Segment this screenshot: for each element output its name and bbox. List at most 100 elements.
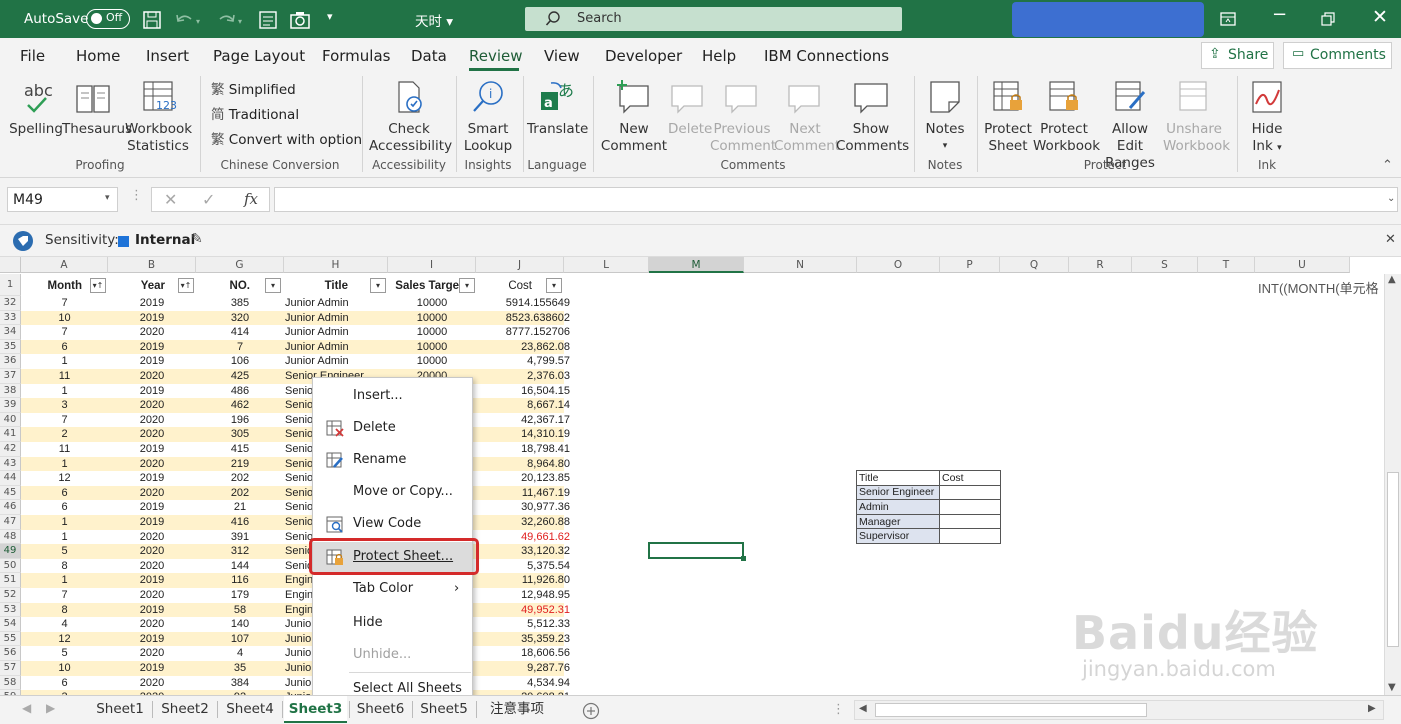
- cell-a[interactable]: 1: [21, 515, 108, 530]
- filter-cost-icon[interactable]: ▾: [546, 278, 562, 293]
- undo-icon[interactable]: ▾: [174, 11, 204, 29]
- tab-developer[interactable]: Developer: [605, 47, 682, 65]
- account-area[interactable]: [1012, 2, 1204, 37]
- cell-g[interactable]: 196: [196, 413, 284, 428]
- insert-function-icon[interactable]: fx: [244, 190, 258, 208]
- summary-cell[interactable]: [939, 513, 1001, 530]
- menu-move-copy[interactable]: Move or Copy...: [313, 477, 472, 507]
- cell-b[interactable]: 2020: [108, 413, 196, 428]
- row-header[interactable]: 40: [0, 412, 21, 428]
- cell-g[interactable]: 219: [196, 457, 284, 472]
- cell-b[interactable]: 2020: [108, 559, 196, 574]
- cell-b[interactable]: 2020: [108, 646, 196, 661]
- tab-page-layout[interactable]: Page Layout: [213, 47, 305, 65]
- customize-qat-icon[interactable]: ▾: [327, 10, 333, 23]
- cell-g[interactable]: 21: [196, 500, 284, 515]
- cell-i[interactable]: 10000: [388, 340, 476, 355]
- select-all-corner[interactable]: [0, 257, 21, 273]
- tab-help[interactable]: Help: [702, 47, 736, 65]
- menu-delete[interactable]: Delete: [313, 413, 472, 443]
- row-header[interactable]: 33: [0, 310, 21, 326]
- translate-button[interactable]: aあ Translate: [527, 76, 588, 152]
- menu-unhide[interactable]: Unhide...: [313, 640, 472, 670]
- tab-review[interactable]: Review: [469, 47, 523, 65]
- filter-year-icon[interactable]: ▾↑: [178, 278, 194, 293]
- row-header[interactable]: 42: [0, 442, 21, 457]
- cell-g[interactable]: 384: [196, 676, 284, 691]
- cell-b[interactable]: 2020: [108, 676, 196, 691]
- cell-a[interactable]: 11: [21, 369, 108, 384]
- cell-a[interactable]: 10: [21, 311, 108, 326]
- cell-b[interactable]: 2020: [108, 325, 196, 340]
- column-header[interactable]: S: [1132, 257, 1198, 273]
- cell-j[interactable]: 23,862.08: [476, 340, 570, 355]
- cell-g[interactable]: 305: [196, 427, 284, 442]
- filter-title-icon[interactable]: ▾: [370, 278, 386, 293]
- cell-b[interactable]: 2020: [108, 398, 196, 413]
- unshare-workbook-button[interactable]: Unshare Workbook: [1163, 76, 1230, 154]
- cell-a[interactable]: 12: [21, 632, 108, 647]
- cell-j[interactable]: 12,948.95: [476, 588, 570, 603]
- ribbon-display-icon[interactable]: [1220, 11, 1236, 27]
- sheet-tab[interactable]: Sheet6: [351, 696, 410, 723]
- cell-b[interactable]: 2019: [108, 340, 196, 355]
- column-header[interactable]: O: [857, 257, 940, 273]
- column-header[interactable]: I: [388, 257, 476, 273]
- restore-icon[interactable]: [1321, 12, 1335, 26]
- column-header[interactable]: L: [564, 257, 649, 273]
- column-header[interactable]: Q: [1000, 257, 1069, 273]
- cell-j[interactable]: 49,661.62: [476, 530, 570, 545]
- row-header[interactable]: 46: [0, 500, 21, 515]
- cell-g[interactable]: 202: [196, 486, 284, 501]
- cell-b[interactable]: 2019: [108, 471, 196, 486]
- cell-g[interactable]: 385: [196, 296, 284, 311]
- cell-j[interactable]: 11,467.19: [476, 486, 570, 501]
- row-header[interactable]: 37: [0, 369, 21, 384]
- menu-hide[interactable]: Hide: [313, 608, 472, 638]
- row-header[interactable]: 51: [0, 573, 21, 588]
- sheet-tab[interactable]: Sheet1: [90, 696, 150, 723]
- cell-b[interactable]: 2019: [108, 296, 196, 311]
- collapse-ribbon-icon[interactable]: ⌃: [1382, 158, 1393, 173]
- row-header[interactable]: 36: [0, 354, 21, 369]
- cell-j[interactable]: 4,534.94: [476, 676, 570, 691]
- cell-j[interactable]: 16,504.15: [476, 384, 570, 399]
- row-header[interactable]: 47: [0, 515, 21, 530]
- row-header[interactable]: 41: [0, 427, 21, 442]
- allow-edit-ranges-button[interactable]: Allow Edit Ranges: [1097, 76, 1163, 171]
- search-box[interactable]: Search: [525, 7, 902, 31]
- cell-a[interactable]: 6: [21, 500, 108, 515]
- cell-j[interactable]: 2,376.03: [476, 369, 570, 384]
- cell-a[interactable]: 7: [21, 588, 108, 603]
- cell-j[interactable]: 30,977.36: [476, 500, 570, 515]
- cell-g[interactable]: 140: [196, 617, 284, 632]
- cell-j[interactable]: 8,964.80: [476, 457, 570, 472]
- simplified-button[interactable]: 繁 Simplified: [211, 78, 296, 98]
- cell-g[interactable]: 58: [196, 603, 284, 618]
- cell-j[interactable]: 33,120.32: [476, 544, 570, 559]
- column-header[interactable]: B: [108, 257, 196, 273]
- summary-cell[interactable]: [939, 484, 1001, 501]
- hide-ink-button[interactable]: Hide Ink ▾: [1244, 76, 1290, 154]
- cell-a[interactable]: 1: [21, 457, 108, 472]
- sheet-tab[interactable]: Sheet4: [220, 696, 280, 723]
- scroll-up-icon[interactable]: ▲: [1388, 274, 1396, 285]
- column-header[interactable]: J: [476, 257, 564, 273]
- cell-b[interactable]: 2020: [108, 427, 196, 442]
- cell-g[interactable]: 415: [196, 442, 284, 457]
- workbook-statistics-button[interactable]: 123 Workbook Statistics: [125, 76, 192, 154]
- cell-b[interactable]: 2020: [108, 369, 196, 384]
- cell-b[interactable]: 2019: [108, 515, 196, 530]
- cell-g[interactable]: 320: [196, 311, 284, 326]
- row-header[interactable]: 54: [0, 617, 21, 632]
- autosave-toggle[interactable]: Off: [86, 9, 130, 29]
- cell-j[interactable]: 5,512.33: [476, 617, 570, 632]
- close-icon[interactable]: ✕: [1372, 6, 1388, 28]
- row-header[interactable]: 48: [0, 529, 21, 545]
- row-header[interactable]: 43: [0, 456, 21, 472]
- form-icon[interactable]: [258, 10, 278, 30]
- share-button[interactable]: ⇪ Share: [1201, 42, 1274, 69]
- cell-j[interactable]: 5914.155649: [476, 296, 570, 311]
- cell-b[interactable]: 2019: [108, 311, 196, 326]
- menu-rename[interactable]: Rename: [313, 445, 472, 475]
